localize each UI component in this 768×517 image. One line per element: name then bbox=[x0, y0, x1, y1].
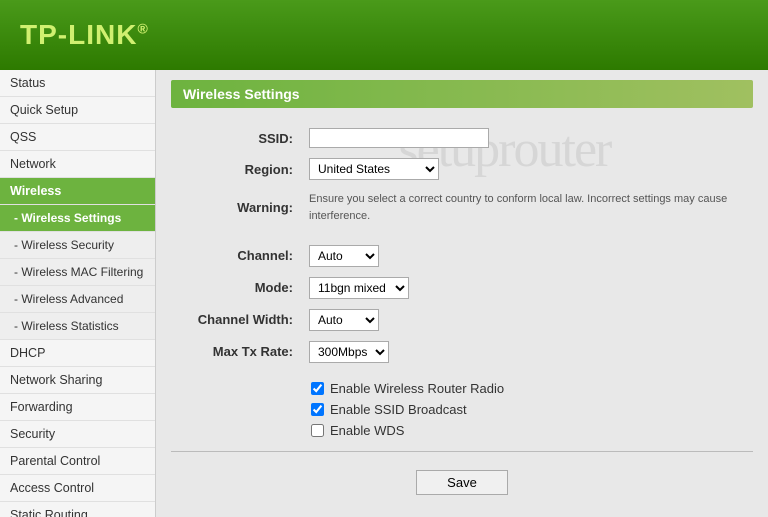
enable-wds-checkbox[interactable] bbox=[311, 424, 324, 437]
logo-mark: ® bbox=[137, 21, 148, 37]
channel-select[interactable]: Auto 123 456 789 1011 bbox=[309, 245, 379, 267]
sidebar-item-wireless-stats[interactable]: - Wireless Statistics bbox=[0, 313, 155, 340]
header: TP-LINK® bbox=[0, 0, 768, 70]
checkbox-row-1: Enable Wireless Router Radio bbox=[311, 378, 753, 399]
mode-label: Mode: bbox=[171, 272, 301, 304]
max-tx-label: Max Tx Rate: bbox=[171, 336, 301, 368]
warning-text: Ensure you select a correct country to c… bbox=[309, 193, 727, 222]
warning-label: Warning: bbox=[171, 185, 301, 230]
section-header: Wireless Settings bbox=[171, 80, 753, 108]
save-row: Save bbox=[171, 462, 753, 503]
sidebar-item-parental-control[interactable]: Parental Control bbox=[0, 448, 155, 475]
region-select[interactable]: United States Europe Asia Australia Japa… bbox=[309, 158, 439, 180]
sidebar-item-network[interactable]: Network bbox=[0, 151, 155, 178]
sidebar-item-quick-setup[interactable]: Quick Setup bbox=[0, 97, 155, 124]
mode-row: Mode: 11bgn mixed 11bg mixed 11b only 11… bbox=[171, 272, 753, 304]
checkbox-row-2: Enable SSID Broadcast bbox=[311, 399, 753, 420]
max-tx-value-cell: 300Mbps 150Mbps 54Mbps bbox=[301, 336, 753, 368]
sidebar-item-status[interactable]: Status bbox=[0, 70, 155, 97]
warning-text-cell: Ensure you select a correct country to c… bbox=[301, 185, 753, 230]
channel-row: Channel: Auto 123 456 789 1011 bbox=[171, 240, 753, 272]
sidebar-item-wireless-advanced[interactable]: - Wireless Advanced bbox=[0, 286, 155, 313]
sidebar: StatusQuick SetupQSSNetworkWireless- Wir… bbox=[0, 70, 156, 517]
sidebar-item-wireless-security[interactable]: - Wireless Security bbox=[0, 232, 155, 259]
max-tx-select[interactable]: 300Mbps 150Mbps 54Mbps bbox=[309, 341, 389, 363]
mode-select[interactable]: 11bgn mixed 11bg mixed 11b only 11g only… bbox=[309, 277, 409, 299]
channel-width-label: Channel Width: bbox=[171, 304, 301, 336]
sidebar-item-static-routing[interactable]: Static Routing bbox=[0, 502, 155, 517]
channel-width-row: Channel Width: Auto 20MHz 40MHz bbox=[171, 304, 753, 336]
mode-value-cell: 11bgn mixed 11bg mixed 11b only 11g only… bbox=[301, 272, 753, 304]
channel-value-cell: Auto 123 456 789 1011 bbox=[301, 240, 753, 272]
enable-ssid-broadcast-label: Enable SSID Broadcast bbox=[330, 402, 467, 417]
sidebar-item-access-control[interactable]: Access Control bbox=[0, 475, 155, 502]
checkboxes-section: Enable Wireless Router Radio Enable SSID… bbox=[311, 378, 753, 441]
layout: StatusQuick SetupQSSNetworkWireless- Wir… bbox=[0, 70, 768, 517]
main-content: setuprouter Wireless Settings SSID: Regi… bbox=[156, 70, 768, 517]
sidebar-item-dhcp[interactable]: DHCP bbox=[0, 340, 155, 367]
sidebar-item-wireless-settings[interactable]: - Wireless Settings bbox=[0, 205, 155, 232]
save-button[interactable]: Save bbox=[416, 470, 508, 495]
warning-row: Warning: Ensure you select a correct cou… bbox=[171, 185, 753, 230]
region-label: Region: bbox=[171, 153, 301, 185]
ssid-label: SSID: bbox=[171, 123, 301, 153]
logo-text: TP-LINK bbox=[20, 19, 137, 50]
section-title: Wireless Settings bbox=[183, 86, 300, 102]
settings-form: SSID: Region: United States Europe Asia … bbox=[171, 123, 753, 368]
region-value-cell: United States Europe Asia Australia Japa… bbox=[301, 153, 753, 185]
enable-wireless-radio-checkbox[interactable] bbox=[311, 382, 324, 395]
max-tx-row: Max Tx Rate: 300Mbps 150Mbps 54Mbps bbox=[171, 336, 753, 368]
enable-wireless-radio-label: Enable Wireless Router Radio bbox=[330, 381, 504, 396]
checkbox-row-3: Enable WDS bbox=[311, 420, 753, 441]
region-row: Region: United States Europe Asia Austra… bbox=[171, 153, 753, 185]
enable-ssid-broadcast-checkbox[interactable] bbox=[311, 403, 324, 416]
enable-wds-label: Enable WDS bbox=[330, 423, 404, 438]
channel-label: Channel: bbox=[171, 240, 301, 272]
ssid-input[interactable] bbox=[309, 128, 489, 148]
sidebar-item-wireless-mac[interactable]: - Wireless MAC Filtering bbox=[0, 259, 155, 286]
sidebar-item-wireless[interactable]: Wireless bbox=[0, 178, 155, 205]
ssid-row: SSID: bbox=[171, 123, 753, 153]
sidebar-item-security[interactable]: Security bbox=[0, 421, 155, 448]
spacer-row bbox=[171, 230, 753, 240]
ssid-value-cell bbox=[301, 123, 753, 153]
logo: TP-LINK® bbox=[20, 19, 149, 51]
sidebar-item-network-sharing[interactable]: Network Sharing bbox=[0, 367, 155, 394]
channel-width-value-cell: Auto 20MHz 40MHz bbox=[301, 304, 753, 336]
divider bbox=[171, 451, 753, 452]
channel-width-select[interactable]: Auto 20MHz 40MHz bbox=[309, 309, 379, 331]
sidebar-item-qss[interactable]: QSS bbox=[0, 124, 155, 151]
sidebar-item-forwarding[interactable]: Forwarding bbox=[0, 394, 155, 421]
